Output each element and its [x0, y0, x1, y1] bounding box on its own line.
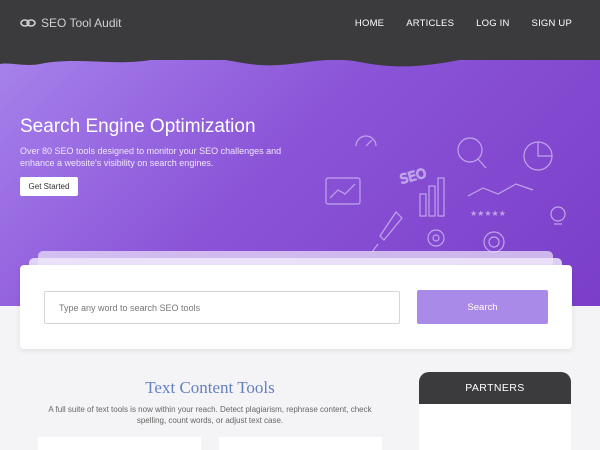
- search-input[interactable]: [44, 291, 400, 324]
- seo-icons-illustration: SEO ★★★★★: [325, 135, 566, 253]
- hero-title: Search Engine Optimization: [20, 116, 256, 137]
- main-nav: HOME ARTICLES LOG IN SIGN UP: [333, 18, 572, 29]
- search-card: Search: [20, 265, 572, 349]
- get-started-button[interactable]: Get Started: [20, 177, 78, 196]
- search-button[interactable]: Search: [417, 290, 548, 324]
- nav-articles[interactable]: ARTICLES: [406, 18, 454, 29]
- nav-home[interactable]: HOME: [355, 18, 384, 29]
- partners-panel: PARTNERS: [419, 372, 571, 450]
- tool-card[interactable]: [38, 437, 201, 450]
- hero-description: Over 80 SEO tools designed to monitor yo…: [20, 146, 282, 168]
- tool-card[interactable]: [219, 437, 382, 450]
- links-icon: [20, 19, 36, 27]
- nav-login[interactable]: LOG IN: [476, 18, 509, 29]
- nav-signup[interactable]: SIGN UP: [532, 18, 572, 29]
- top-navbar: SEO Tool Audit HOME ARTICLES LOG IN SIGN…: [0, 0, 600, 60]
- brand-logo[interactable]: SEO Tool Audit: [20, 16, 122, 30]
- brand-name: SEO Tool Audit: [41, 16, 122, 30]
- partners-title: PARTNERS: [419, 372, 571, 404]
- svg-text:★★★★★: ★★★★★: [470, 209, 506, 218]
- seo-illustration-text: SEO: [398, 166, 428, 187]
- section-description: A full suite of text tools is now within…: [48, 405, 372, 425]
- section-title: Text Content Tools: [145, 378, 275, 397]
